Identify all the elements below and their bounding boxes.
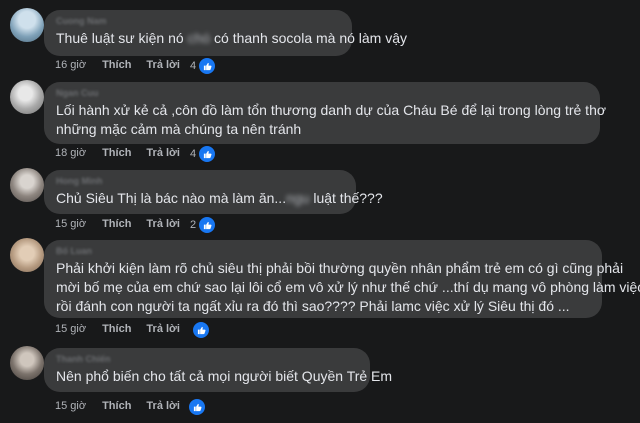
avatar[interactable] bbox=[10, 80, 44, 114]
like-icon bbox=[198, 216, 217, 234]
reaction-number: 4 bbox=[190, 148, 197, 160]
comment-text-part: Chủ Siêu Thị là bác nào mà làm ăn... bbox=[56, 190, 287, 206]
comment-text-line: Phải khởi kiện làm rõ chủ siêu thị phải … bbox=[56, 260, 624, 276]
comment-actions: 18 giờ Thích Trả lời bbox=[55, 146, 195, 160]
comment-text-part: Thuê luật sư kiện nó bbox=[56, 30, 188, 46]
blurred-word: chó bbox=[187, 30, 211, 46]
reply-button[interactable]: Trả lời bbox=[146, 323, 180, 335]
reaction-number: 2 bbox=[190, 219, 197, 231]
comment-time[interactable]: 15 giờ bbox=[55, 400, 86, 412]
avatar[interactable] bbox=[10, 346, 44, 380]
comment-time[interactable]: 16 giờ bbox=[55, 59, 86, 71]
comment-bubble: Ngan Cuu Lối hành xử kẻ cả ,côn đồ làm t… bbox=[44, 82, 607, 144]
comment-text-line: mời bố mẹ của em chứ sao lại lôi cổ em v… bbox=[56, 279, 640, 295]
reaction-count[interactable]: 2 bbox=[190, 216, 217, 234]
like-button[interactable]: Thích bbox=[102, 147, 131, 159]
comment-text: Nên phổ biến cho tất cả mọi người biết Q… bbox=[56, 368, 393, 384]
like-button[interactable]: Thích bbox=[102, 59, 131, 71]
reaction-count[interactable] bbox=[186, 398, 206, 416]
reply-button[interactable]: Trả lời bbox=[146, 400, 180, 412]
comment-actions: 15 giờ Thích Trả lời bbox=[55, 399, 195, 413]
comment-bubble: Hong Minh Chủ Siêu Thị là bác nào mà làm… bbox=[44, 170, 383, 214]
reaction-count[interactable]: 4 bbox=[190, 57, 217, 75]
comment-author[interactable]: Cuong Nam bbox=[56, 16, 340, 26]
comment-time[interactable]: 15 giờ bbox=[55, 323, 86, 335]
reply-button[interactable]: Trả lời bbox=[146, 147, 180, 159]
comment-author[interactable]: Thanh Chiến bbox=[56, 354, 358, 364]
like-button[interactable]: Thích bbox=[102, 218, 131, 230]
comment-author[interactable]: Bố Luan bbox=[56, 246, 590, 256]
like-button[interactable]: Thích bbox=[102, 323, 131, 335]
reply-button[interactable]: Trả lời bbox=[146, 59, 180, 71]
like-icon bbox=[188, 398, 206, 416]
comment-actions: 15 giờ Thích Trả lời bbox=[55, 217, 195, 231]
reaction-number: 4 bbox=[190, 60, 197, 72]
comment-text-line: rồi đánh con người ta ngất xỉu ra đó thì… bbox=[56, 298, 570, 314]
avatar[interactable] bbox=[10, 238, 44, 272]
comment-author[interactable]: Hong Minh bbox=[56, 176, 344, 186]
comment-actions: 16 giờ Thích Trả lời bbox=[55, 58, 195, 72]
avatar[interactable] bbox=[10, 8, 44, 42]
comment-bubble: Bố Luan Phải khởi kiện làm rõ chủ siêu t… bbox=[44, 240, 640, 318]
reply-button[interactable]: Trả lời bbox=[146, 218, 180, 230]
comment-author[interactable]: Ngan Cuu bbox=[56, 88, 588, 98]
comment-text-line: Lối hành xử kẻ cả ,côn đồ làm tổn thương… bbox=[56, 102, 607, 118]
like-icon bbox=[192, 321, 210, 339]
comment-text: Thuê luật sư kiện nó chó có thanh socola… bbox=[56, 29, 407, 48]
comment-actions: 15 giờ Thích Trả lời bbox=[55, 322, 195, 336]
like-icon bbox=[198, 145, 217, 163]
comment-text: Chủ Siêu Thị là bác nào mà làm ăn...ngu … bbox=[56, 189, 383, 208]
like-button[interactable]: Thích bbox=[102, 400, 131, 412]
reaction-count[interactable]: 4 bbox=[190, 145, 217, 163]
reaction-count[interactable] bbox=[190, 321, 210, 339]
comment-bubble: Thanh Chiến Nên phổ biến cho tất cả mọi … bbox=[44, 348, 393, 392]
comment-text-line: những mặc cảm mà chúng ta nên tránh bbox=[56, 121, 302, 137]
comment-text-part: có thanh socola mà nó làm vậy bbox=[210, 30, 408, 46]
like-icon bbox=[198, 57, 217, 75]
comment-bubble: Cuong Nam Thuê luật sư kiện nó chó có th… bbox=[44, 10, 407, 56]
avatar[interactable] bbox=[10, 168, 44, 202]
blurred-word: ngu bbox=[286, 190, 310, 206]
comment-time[interactable]: 15 giờ bbox=[55, 218, 86, 230]
comment-text-part: luật thế??? bbox=[309, 190, 383, 206]
comment-time[interactable]: 18 giờ bbox=[55, 147, 86, 159]
